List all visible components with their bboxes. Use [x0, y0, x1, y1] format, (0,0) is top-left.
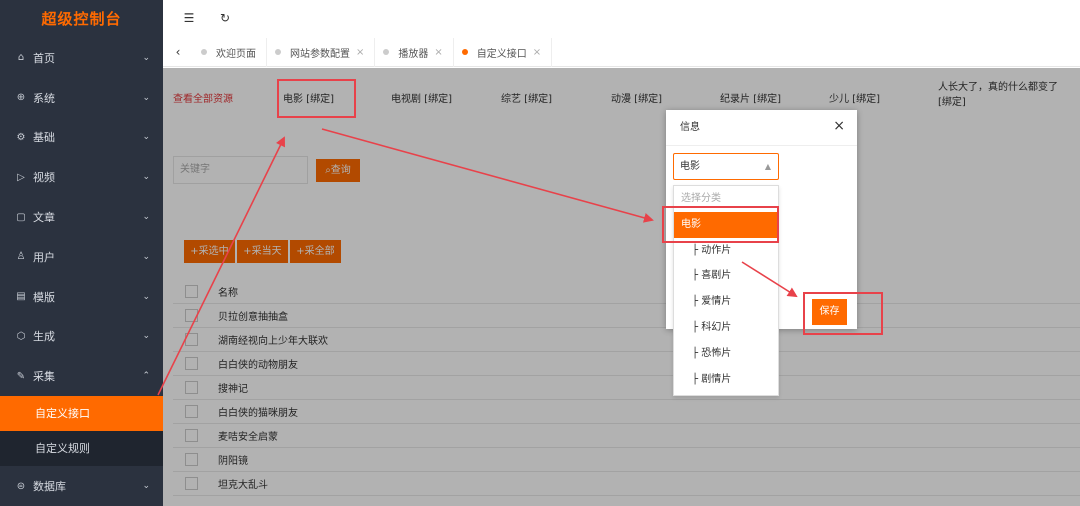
- cube-icon: ⬡: [16, 330, 26, 342]
- tab-back-icon[interactable]: ‹: [163, 45, 193, 59]
- app-logo: 超级控制台: [41, 10, 122, 28]
- tab-player[interactable]: 播放器 ×: [375, 37, 454, 67]
- sidebar-item-label: 采集: [33, 370, 55, 384]
- chevron-down-icon: ⌄: [142, 52, 150, 63]
- sidebar-subitem-custom-api[interactable]: 自定义接口: [0, 396, 163, 432]
- dropdown-option-drama[interactable]: ├ 剧情片: [674, 367, 778, 393]
- template-icon: ▤: [16, 291, 26, 303]
- sidebar-item-label: 生成: [33, 330, 55, 344]
- home-icon: ⌂: [17, 52, 25, 64]
- pen-icon: ✎: [16, 370, 26, 382]
- tab-label: 自定义接口: [476, 48, 527, 60]
- tab-dot: [461, 49, 468, 55]
- sidebar-item-label: 用户: [33, 250, 55, 264]
- tab-welcome[interactable]: 欢迎页面: [193, 37, 267, 67]
- tab-dot: [275, 49, 281, 55]
- database-icon: ⊜: [16, 480, 26, 492]
- sidebar-item-database[interactable]: ⊜ 数据库 ⌄: [0, 466, 163, 506]
- annotation-box-movie-option: [662, 206, 779, 243]
- caret-up-icon: ▲: [764, 162, 771, 171]
- chevron-down-icon: ⌄: [142, 132, 150, 143]
- sidebar-item-label: 数据库: [33, 480, 66, 494]
- sidebar-item-label: 模版: [33, 290, 55, 304]
- tab-custom-api[interactable]: 自定义接口 ×: [454, 37, 553, 67]
- close-icon[interactable]: ×: [833, 118, 845, 134]
- document-icon: ▢: [16, 211, 26, 223]
- tab-site-config[interactable]: 网站参数配置 ×: [267, 37, 376, 67]
- sidebar-item-label: 系统: [33, 91, 55, 105]
- tab-bar: ‹ 欢迎页面 网站参数配置 × 播放器 × 自定义接口 ×: [163, 37, 1080, 67]
- top-bar: ☰ ↻: [163, 0, 1080, 36]
- sidebar-item-template[interactable]: ▤ 模版 ⌄: [0, 277, 163, 317]
- sidebar-item-home[interactable]: ⌂ 首页 ⌄: [0, 38, 163, 78]
- sidebar-subitem-custom-rule[interactable]: 自定义规则: [0, 431, 163, 466]
- annotation-box-save: [803, 292, 883, 335]
- chevron-down-icon: ⌄: [142, 172, 150, 183]
- video-icon: ▷: [17, 171, 25, 183]
- tab-label: 播放器: [398, 48, 429, 60]
- sidebar-item-label: 视频: [33, 171, 55, 185]
- dropdown-option-romance[interactable]: ├ 爱情片: [674, 289, 778, 315]
- tab-label: 网站参数配置: [290, 48, 350, 60]
- sidebar: 超级控制台 ⌂ 首页 ⌄ ⊕ 系统 ⌄ ⚙ 基础 ⌄ ▷ 视频 ⌄ ▢ 文章 ⌄…: [0, 0, 163, 506]
- chevron-down-icon: ⌄: [142, 251, 150, 262]
- dialog-title: 信息: [666, 110, 857, 146]
- gear-icon: ⚙: [16, 131, 26, 143]
- sidebar-item-label: 基础: [33, 131, 55, 145]
- close-icon[interactable]: ×: [533, 47, 541, 58]
- sidebar-item-collect[interactable]: ✎ 采集 ⌃: [0, 356, 163, 396]
- dropdown-option-horror[interactable]: ├ 恐怖片: [674, 341, 778, 367]
- sidebar-item-label: 文章: [33, 211, 55, 225]
- sidebar-item-system[interactable]: ⊕ 系统 ⌄: [0, 78, 163, 118]
- modal-overlay: [163, 68, 1080, 506]
- sidebar-item-generate[interactable]: ⬡ 生成 ⌄: [0, 317, 163, 357]
- chevron-down-icon: ⌄: [142, 92, 150, 103]
- sidebar-item-article[interactable]: ▢ 文章 ⌄: [0, 197, 163, 237]
- close-icon[interactable]: ×: [434, 47, 442, 58]
- close-icon[interactable]: ×: [356, 47, 364, 58]
- chevron-down-icon: ⌄: [142, 331, 150, 342]
- chevron-up-icon: ⌃: [142, 371, 150, 382]
- sidebar-item-user[interactable]: ♙ 用户 ⌄: [0, 237, 163, 277]
- dropdown-option-scifi[interactable]: ├ 科幻片: [674, 315, 778, 341]
- tab-dot: [383, 49, 390, 55]
- annotation-box-movie-bind: [277, 79, 356, 118]
- sidebar-item-basic[interactable]: ⚙ 基础 ⌄: [0, 118, 163, 158]
- sidebar-menu: ⌂ 首页 ⌄ ⊕ 系统 ⌄ ⚙ 基础 ⌄ ▷ 视频 ⌄ ▢ 文章 ⌄ ♙ 用户 …: [0, 38, 163, 506]
- tab-dot: [201, 49, 207, 55]
- sidebar-submenu-collect: 自定义接口 自定义规则: [0, 396, 163, 467]
- sidebar-item-label: 首页: [33, 51, 55, 65]
- dropdown-option-comedy[interactable]: ├ 喜剧片: [674, 263, 778, 289]
- chevron-down-icon: ⌄: [142, 212, 150, 223]
- refresh-icon[interactable]: ↻: [207, 11, 243, 25]
- user-icon: ♙: [16, 251, 26, 263]
- system-icon: ⊕: [16, 92, 26, 104]
- tab-label: 欢迎页面: [216, 48, 256, 60]
- category-select-value: 电影: [680, 161, 700, 172]
- category-select[interactable]: 电影 ▲: [673, 153, 779, 180]
- chevron-down-icon: ⌄: [142, 291, 150, 302]
- chevron-down-icon: ⌄: [142, 481, 150, 492]
- sidebar-item-video[interactable]: ▷ 视频 ⌄: [0, 157, 163, 197]
- menu-toggle-icon[interactable]: ☰: [171, 11, 207, 25]
